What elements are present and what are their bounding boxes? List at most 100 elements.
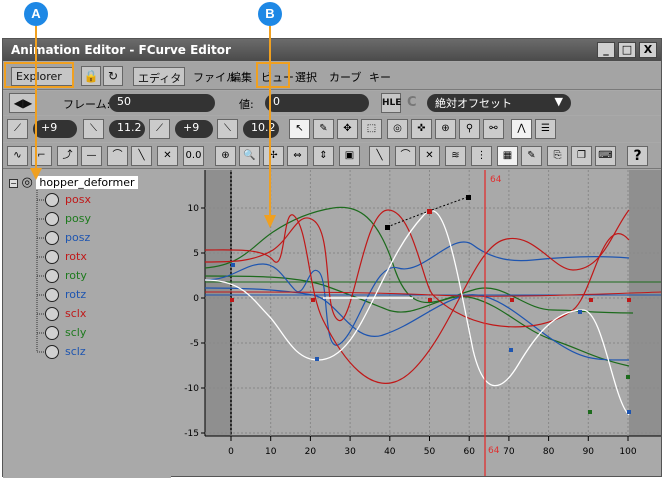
lock-icon[interactable]: 🔒	[81, 66, 101, 86]
tangent-right-icon[interactable]: ⟋	[149, 119, 170, 139]
time-zero-icon[interactable]: 0.0	[183, 146, 204, 166]
snap-icon[interactable]: ◎	[387, 119, 408, 139]
help-icon[interactable]: ?	[627, 146, 648, 166]
rect-select-icon[interactable]: ⬚	[361, 119, 382, 139]
x-tick-label: 10	[265, 447, 277, 457]
fcurve-icon	[45, 288, 59, 302]
zoom-icon[interactable]: 🔍	[239, 146, 260, 166]
edit-icon[interactable]: ✎	[521, 146, 542, 166]
tangent-field-4[interactable]: 10.2	[243, 120, 279, 138]
frame-all-icon[interactable]: ✢	[263, 146, 284, 166]
keyboard-icon[interactable]: ⌨	[595, 146, 616, 166]
tree-item-sclz[interactable]: sclz	[45, 344, 86, 359]
move-key-icon[interactable]: ✥	[337, 119, 358, 139]
editor-menu-button[interactable]: エディタ	[133, 67, 185, 86]
crosshair-icon[interactable]: ⊕	[215, 146, 236, 166]
x-tick-label: 0	[228, 447, 234, 457]
pan-icon[interactable]: ✜	[411, 119, 432, 139]
window-icon[interactable]: ▣	[339, 146, 360, 166]
tree-item-label: scly	[65, 326, 87, 339]
menu-select[interactable]: 選択	[295, 69, 317, 85]
tangent-row: ⟋ +9 ⟍ 11.2 ⟋ +9 ⟍ 10.2 ↖ ✎ ✥ ⬚ ◎ ✜ ⊕ ⚲ …	[3, 116, 661, 142]
frame-label: フレーム:	[63, 98, 111, 111]
frame-h-icon[interactable]: ⇔	[287, 146, 308, 166]
fcurve-canvas[interactable]: 1050-5-10-150 10 20 30 40 50 60 70 80 90 100	[173, 170, 662, 476]
maximize-button[interactable]: □	[618, 42, 636, 58]
tangent-field-1[interactable]: +9	[33, 120, 77, 138]
tangent-field-3[interactable]: +9	[175, 120, 213, 138]
close-button[interactable]: X	[639, 42, 657, 58]
menu-key[interactable]: キー	[369, 69, 391, 85]
menu-edit[interactable]: 編集	[230, 69, 252, 85]
curve-multi-icon[interactable]: ≋	[445, 146, 466, 166]
editor-label: エディタ	[138, 72, 182, 85]
tree-item-label: posx	[65, 193, 91, 206]
list-view-icon[interactable]: ☰	[535, 119, 556, 139]
value-field[interactable]: 0	[265, 94, 369, 112]
ease-out-icon[interactable]: ⌒	[107, 146, 128, 166]
tangent-left-icon[interactable]: ⟋	[7, 119, 28, 139]
step-icon[interactable]: ⌐	[31, 146, 52, 166]
link-icon[interactable]: ⚲	[459, 119, 480, 139]
spline-icon[interactable]: ∿	[7, 146, 28, 166]
c-icon[interactable]: C	[407, 95, 417, 110]
x-tick-label: 20	[305, 447, 317, 457]
curve-smooth-icon[interactable]: ⌒	[395, 146, 416, 166]
animation-editor-window: Animation Editor - FCurve Editor _ □ X E…	[2, 38, 662, 478]
tangent-end-icon[interactable]: ⟍	[217, 119, 238, 139]
frame-stepper-icon[interactable]: ◀▶	[9, 93, 37, 113]
tree-item-posx[interactable]: posx	[45, 192, 91, 207]
title-bar[interactable]: Animation Editor - FCurve Editor _ □ X	[3, 39, 661, 61]
tangent-field-2[interactable]: 11.2	[109, 120, 145, 138]
menu-curve[interactable]: カーブ	[329, 69, 361, 85]
window-title: Animation Editor - FCurve Editor	[11, 43, 231, 57]
curve-linear-icon[interactable]: ╲	[369, 146, 390, 166]
tree-item-sclx[interactable]: sclx	[45, 306, 86, 321]
fcurve-icon	[45, 231, 59, 245]
region-icon[interactable]: ⋀	[511, 119, 532, 139]
tree-item-label: sclz	[65, 345, 86, 358]
fit-icon[interactable]: ✕	[157, 146, 178, 166]
tree-item-rotx[interactable]: rotx	[45, 249, 87, 264]
tree-item-label: rotz	[65, 288, 87, 301]
tree-item-roty[interactable]: roty	[45, 268, 87, 283]
copy-icon[interactable]: ❐	[571, 146, 592, 166]
tree-root[interactable]: − ◎ hopper_deformer	[9, 175, 138, 190]
frame-field[interactable]: 50	[109, 94, 215, 112]
tangent-mid-icon[interactable]: ⟍	[83, 119, 104, 139]
fcurve-icon	[45, 250, 59, 264]
curve-keys-icon[interactable]: ⋮	[471, 146, 492, 166]
fcurve-icon	[45, 269, 59, 283]
fcurve-graph[interactable]: 10 5 0 -5 -10 -15 0 10 20 30 40 50 60 70 80 90 100	[173, 170, 662, 476]
tree-item-rotz[interactable]: rotz	[45, 287, 86, 302]
grid-icon[interactable]: ▦	[497, 146, 518, 166]
curve-cross-icon[interactable]: ✕	[419, 146, 440, 166]
callout-b: B	[258, 2, 282, 26]
x-tick-label: 80	[543, 447, 555, 457]
ripple-icon[interactable]: ⚯	[483, 119, 504, 139]
tree-item-label: sclx	[65, 307, 87, 320]
minimize-button[interactable]: _	[597, 42, 615, 58]
offset-mode-dropdown[interactable]: 絶対オフセット ▼	[427, 94, 571, 112]
frame-v-icon[interactable]: ⇕	[313, 146, 334, 166]
paste-icon[interactable]: ⎘	[547, 146, 568, 166]
slope-icon[interactable]: ╲	[131, 146, 152, 166]
tree-item-posy[interactable]: posy	[45, 211, 91, 226]
tree-item-posz[interactable]: posz	[45, 230, 90, 245]
tree-item-scly[interactable]: scly	[45, 325, 86, 340]
zoom-key-icon[interactable]: ⊕	[435, 119, 456, 139]
select-arrow-icon[interactable]: ↖	[289, 119, 310, 139]
spiral-icon: ◎	[21, 175, 33, 190]
hle-icon[interactable]: HLE	[381, 93, 401, 113]
refresh-icon[interactable]: ↻	[103, 66, 123, 86]
add-key-icon[interactable]: ✎	[313, 119, 334, 139]
ease-in-icon[interactable]: ⤴	[57, 146, 78, 166]
chevron-down-icon: ▼	[554, 95, 563, 108]
y-tick-label: -5	[190, 339, 199, 349]
tree-item-label: rotx	[65, 250, 87, 263]
collapse-icon[interactable]: −	[9, 179, 18, 188]
menu-bar: Explorer 🔒 ↻ エディタ ファイル 編集 ビュー 選択 カーブ キー	[3, 62, 661, 90]
linear-icon[interactable]: —	[81, 146, 102, 166]
tree-item-label: posz	[65, 231, 91, 244]
fcurve-icon	[45, 193, 59, 207]
